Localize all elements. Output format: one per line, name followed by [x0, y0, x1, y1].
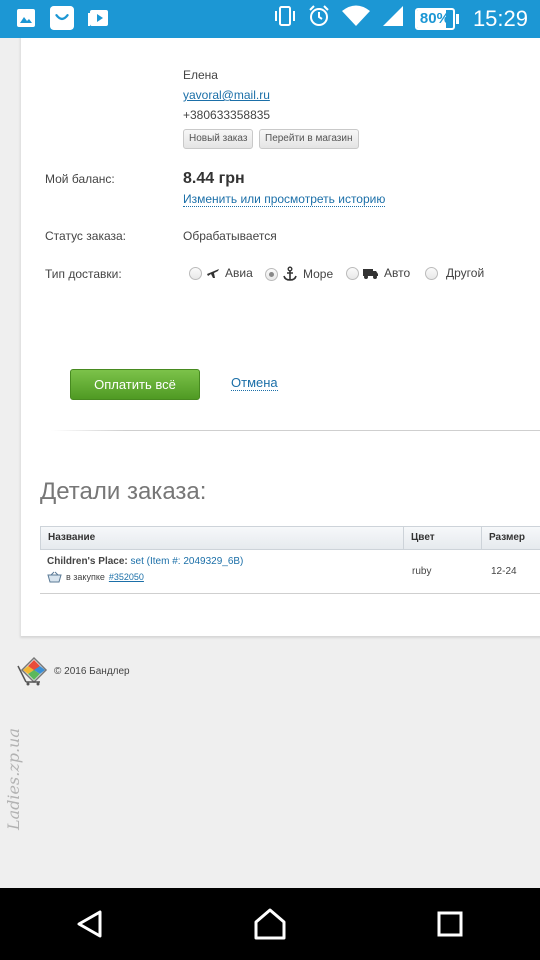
item-link[interactable]: set (Item #: 2049329_6B): [131, 556, 244, 567]
customer-phone: +380633358835: [183, 108, 271, 122]
table-row: Children's Place: set (Item #: 2049329_6…: [40, 550, 540, 594]
purchase-link[interactable]: #352050: [109, 572, 144, 582]
balance-label: Мой баланс:: [45, 172, 115, 186]
item-color: ruby: [412, 566, 432, 577]
copyright: © 2016 Бандлер: [54, 665, 130, 677]
radio-other[interactable]: [425, 266, 438, 280]
pay-all-button[interactable]: Оплатить всё: [70, 369, 200, 400]
status-bar: 80% 15:29: [0, 0, 540, 38]
purchase-prefix: в закупке: [66, 572, 105, 582]
back-icon: [77, 910, 102, 938]
watermark: Ladies.zp.ua: [4, 728, 23, 830]
column-header-name[interactable]: Название: [41, 527, 403, 549]
footer: © 2016 Бандлер: [16, 656, 130, 686]
delivery-option-sea[interactable]: Море: [265, 266, 333, 282]
shopping-bag-icon: [50, 6, 74, 30]
delivery-option-other-label: Другой: [446, 266, 485, 280]
gallery-icon: [14, 6, 38, 30]
radio-air[interactable]: [189, 266, 202, 280]
delivery-option-auto-label: Авто: [384, 266, 411, 280]
purchase-info: в закупке #352050: [47, 571, 144, 583]
wifi-icon: [341, 4, 371, 33]
customer-email-link[interactable]: yavoral@mail.ru: [183, 88, 270, 102]
page-content: Елена yavoral@mail.ru +380633358835 Новы…: [0, 38, 540, 888]
logo-icon: [17, 656, 48, 686]
basket-icon: [47, 571, 62, 583]
go-to-shop-button[interactable]: Перейти в магазин: [259, 129, 359, 149]
order-details-table: Название Цвет Размер Children's Place: s…: [40, 526, 540, 594]
clock: 15:29: [472, 5, 528, 31]
back-button[interactable]: [60, 894, 120, 954]
battery-icon: 80%: [414, 7, 459, 30]
balance-value: 8.44 грн: [183, 170, 245, 187]
order-card: Елена yavoral@mail.ru +380633358835 Новы…: [20, 38, 540, 636]
customer-name: Елена: [183, 68, 218, 82]
new-order-button[interactable]: Новый заказ: [183, 129, 254, 149]
media-icon: [86, 6, 110, 30]
delivery-option-air-label: Авиа: [225, 266, 253, 280]
balance-history-link[interactable]: Изменить или просмотреть историю: [183, 192, 386, 207]
column-header-size[interactable]: Размер: [481, 527, 540, 549]
alarm-icon: [307, 4, 331, 33]
item-size: 12-24: [491, 566, 517, 577]
radio-auto[interactable]: [346, 266, 359, 280]
column-header-color[interactable]: Цвет: [403, 527, 481, 549]
radio-sea[interactable]: [265, 267, 278, 281]
navigation-bar: [0, 888, 540, 960]
home-icon: [254, 908, 286, 940]
delivery-option-other[interactable]: Другой: [425, 266, 484, 280]
truck-icon: [363, 269, 378, 279]
recents-icon: [437, 911, 463, 937]
delivery-option-auto[interactable]: Авто: [346, 266, 410, 280]
airplane-icon: [207, 269, 219, 278]
delivery-option-air[interactable]: Авиа: [189, 266, 253, 280]
delivery-type-label: Тип доставки:: [45, 267, 122, 281]
divider: [51, 430, 540, 431]
delivery-option-sea-label: Море: [303, 267, 334, 281]
order-status-label: Статус заказа:: [45, 229, 127, 243]
table-header: Название Цвет Размер: [40, 526, 540, 550]
anchor-icon: [283, 266, 297, 281]
vibrate-icon: [273, 4, 297, 33]
order-status-value: Обрабатывается: [183, 229, 277, 243]
item-shop: Children's Place:: [47, 556, 128, 567]
recents-button[interactable]: [420, 894, 480, 954]
signal-icon: [381, 4, 405, 33]
system-icons: 80% 15:29: [273, 4, 528, 33]
battery-percent: 80%: [419, 10, 450, 27]
cancel-link[interactable]: Отмена: [231, 375, 278, 391]
order-details-title: Детали заказа:: [40, 478, 207, 505]
home-button[interactable]: [240, 894, 300, 954]
notification-icons: [14, 6, 110, 30]
item-name-cell: Children's Place: set (Item #: 2049329_6…: [47, 556, 243, 567]
